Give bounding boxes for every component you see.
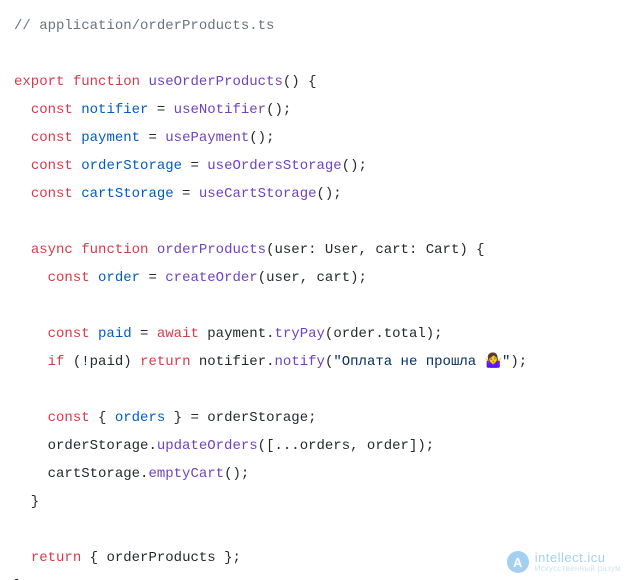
fn-useOrdersStorage: useOrdersStorage (207, 158, 341, 174)
fn-createOrder: createOrder (165, 270, 257, 286)
ref-orders: orders (300, 438, 350, 454)
kw-await: await (157, 326, 199, 342)
str-notify-msg: "Оплата не прошла 🤷‍♀️" (333, 354, 510, 370)
id-orderStorage: orderStorage (81, 158, 182, 174)
param-cart: cart (375, 242, 409, 258)
fn-useCartStorage: useCartStorage (199, 186, 317, 202)
kw-const: const (31, 130, 73, 146)
ref-cartStorage: cartStorage (48, 466, 140, 482)
kw-const: const (31, 102, 73, 118)
file-path-comment: // application/orderProducts.ts (14, 18, 274, 34)
id-paid: paid (98, 326, 132, 342)
id-cartStorage: cartStorage (81, 186, 173, 202)
kw-function: function (81, 242, 148, 258)
kw-function: function (73, 74, 140, 90)
code-block: // application/orderProducts.ts export f… (0, 0, 631, 580)
ref-order: order (333, 326, 375, 342)
type-User: User (325, 242, 359, 258)
arg-cart: cart (317, 270, 351, 286)
param-user: user (274, 242, 308, 258)
kw-const: const (48, 270, 90, 286)
kw-async: async (31, 242, 73, 258)
arg-user: user (266, 270, 300, 286)
kw-return: return (140, 354, 190, 370)
ret-orderProducts: orderProducts (106, 550, 215, 566)
kw-export: export (14, 74, 64, 90)
fn-useNotifier: useNotifier (174, 102, 266, 118)
fn-updateOrders: updateOrders (157, 438, 258, 454)
kw-return: return (31, 550, 81, 566)
ref-order2: order (367, 438, 409, 454)
ref-paid: paid (90, 354, 124, 370)
id-orders: orders (115, 410, 165, 426)
ref-notifier: notifier (199, 354, 266, 370)
fn-emptyCart: emptyCart (148, 466, 224, 482)
id-payment: payment (81, 130, 140, 146)
kw-if: if (48, 354, 65, 370)
ref-orderStorage: orderStorage (207, 410, 308, 426)
id-order: order (98, 270, 140, 286)
fn-usePayment: usePayment (165, 130, 249, 146)
ref-orderStorage2: orderStorage (48, 438, 149, 454)
fn-orderProducts: orderProducts (157, 242, 266, 258)
type-Cart: Cart (426, 242, 460, 258)
ref-payment: payment (207, 326, 266, 342)
kw-const: const (31, 186, 73, 202)
fn-useOrderProducts: useOrderProducts (148, 74, 282, 90)
fn-notify: notify (275, 354, 325, 370)
ref-total: total (384, 326, 426, 342)
kw-const: const (48, 326, 90, 342)
fn-tryPay: tryPay (275, 326, 325, 342)
kw-const: const (31, 158, 73, 174)
kw-const: const (48, 410, 90, 426)
id-notifier: notifier (81, 102, 148, 118)
